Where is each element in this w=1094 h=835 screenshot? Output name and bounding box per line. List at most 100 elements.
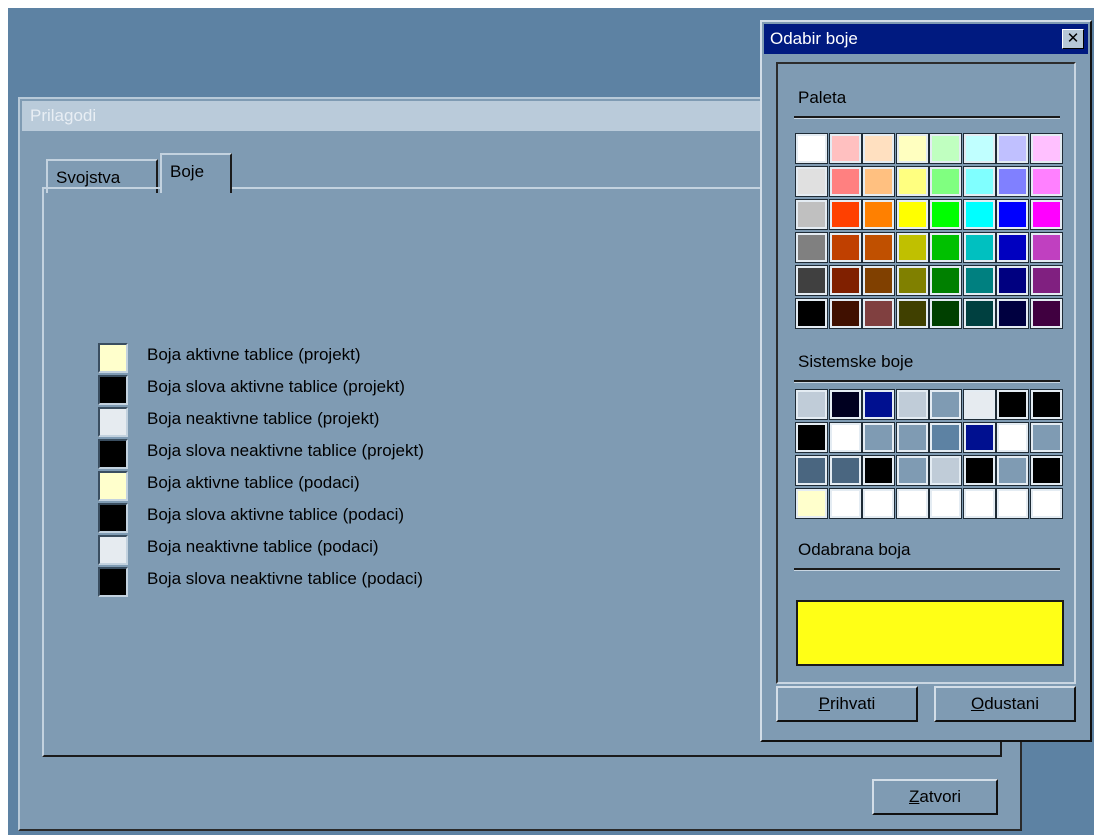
picker-title-bar[interactable]: Odabir boje ✕ [764,24,1088,54]
palette-color-cell[interactable] [828,298,862,329]
palette-color-cell[interactable] [862,166,895,197]
system-color-cell[interactable] [895,455,929,486]
palette-color-cell[interactable] [1029,133,1063,164]
palette-color-cell[interactable] [862,298,895,329]
system-color-cell[interactable] [929,488,962,519]
palette-color-cell[interactable] [962,166,996,197]
palette-color-cell[interactable] [929,232,962,263]
palette-color-cell[interactable] [929,199,962,230]
palette-color-cell[interactable] [828,232,862,263]
palette-color-cell[interactable] [996,265,1029,296]
system-color-cell[interactable] [1029,455,1063,486]
tab-boje[interactable]: Boje [160,153,232,193]
palette-color-cell[interactable] [962,232,996,263]
palette-color-cell[interactable] [996,133,1029,164]
palette-color-cell[interactable] [895,133,929,164]
color-swatch[interactable] [98,439,128,469]
system-color-cell[interactable] [996,422,1029,453]
accept-button[interactable]: Prihvati [776,686,918,722]
palette-color-cell[interactable] [1029,199,1063,230]
palette-color-cell[interactable] [962,133,996,164]
system-color-cell[interactable] [1029,488,1063,519]
palette-color-cell[interactable] [962,265,996,296]
color-swatch[interactable] [98,343,128,373]
system-color-cell[interactable] [996,389,1029,420]
system-color-cell[interactable] [929,422,962,453]
system-color-cell[interactable] [996,488,1029,519]
color-swatch[interactable] [98,471,128,501]
cancel-rest: dustani [984,694,1040,713]
system-color-cell[interactable] [895,422,929,453]
cancel-accel: O [970,694,985,713]
system-color-cell[interactable] [962,422,996,453]
color-swatch[interactable] [98,567,128,597]
system-color-cell[interactable] [828,389,862,420]
system-color-cell[interactable] [962,455,996,486]
color-swatch[interactable] [98,375,128,405]
palette-color-cell[interactable] [895,166,929,197]
system-color-cell[interactable] [962,488,996,519]
system-color-cell[interactable] [862,389,895,420]
color-swatch[interactable] [98,535,128,565]
palette-color-cell[interactable] [795,133,828,164]
system-color-cell[interactable] [929,389,962,420]
palette-color-cell[interactable] [862,232,895,263]
palette-color-cell[interactable] [929,265,962,296]
palette-color-cell[interactable] [895,232,929,263]
cancel-button[interactable]: Odustani [934,686,1076,722]
palette-color-cell[interactable] [862,199,895,230]
palette-color-cell[interactable] [895,298,929,329]
system-color-cell[interactable] [795,455,828,486]
system-color-cell[interactable] [828,488,862,519]
system-color-cell[interactable] [795,488,828,519]
palette-color-cell[interactable] [1029,232,1063,263]
system-color-cell[interactable] [828,455,862,486]
system-color-cell[interactable] [1029,389,1063,420]
palette-color-cell[interactable] [1029,166,1063,197]
palette-color-cell[interactable] [1029,265,1063,296]
system-color-cell[interactable] [862,488,895,519]
system-color-cell[interactable] [929,455,962,486]
palette-color-cell[interactable] [996,166,1029,197]
system-color-cell[interactable] [895,389,929,420]
palette-color-cell[interactable] [795,232,828,263]
palette-color-cell[interactable] [962,298,996,329]
palette-color-cell[interactable] [828,199,862,230]
color-swatch[interactable] [98,503,128,533]
close-icon[interactable]: ✕ [1062,29,1084,49]
system-color-cell[interactable] [828,422,862,453]
palette-color-cell[interactable] [795,199,828,230]
palette-color-cell[interactable] [795,166,828,197]
accept-rest: rihvati [829,694,876,713]
color-setting-label: Boja slova aktivne tablice (projekt) [147,377,405,396]
palette-color-cell[interactable] [828,265,862,296]
palette-color-cell[interactable] [862,265,895,296]
palette-color-cell[interactable] [862,133,895,164]
system-color-cell[interactable] [1029,422,1063,453]
palette-color-cell[interactable] [828,133,862,164]
close-button[interactable]: Zatvori [872,779,998,815]
palette-color-cell[interactable] [996,232,1029,263]
palette-color-cell[interactable] [929,298,962,329]
palette-color-cell[interactable] [828,166,862,197]
palette-color-cell[interactable] [996,199,1029,230]
accept-accel: P [818,694,830,713]
palette-color-cell[interactable] [895,265,929,296]
system-color-cell[interactable] [996,455,1029,486]
palette-color-cell[interactable] [795,265,828,296]
palette-color-cell[interactable] [1029,298,1063,329]
system-color-cell[interactable] [962,389,996,420]
system-color-cell[interactable] [862,455,895,486]
palette-color-cell[interactable] [996,298,1029,329]
color-swatch[interactable] [98,407,128,437]
system-color-cell[interactable] [862,422,895,453]
palette-color-cell[interactable] [929,133,962,164]
palette-color-cell[interactable] [895,199,929,230]
system-color-cell[interactable] [895,488,929,519]
palette-color-cell[interactable] [962,199,996,230]
close-rest: atvori [919,787,961,806]
system-color-cell[interactable] [795,422,828,453]
palette-color-cell[interactable] [795,298,828,329]
palette-color-cell[interactable] [929,166,962,197]
system-color-cell[interactable] [795,389,828,420]
